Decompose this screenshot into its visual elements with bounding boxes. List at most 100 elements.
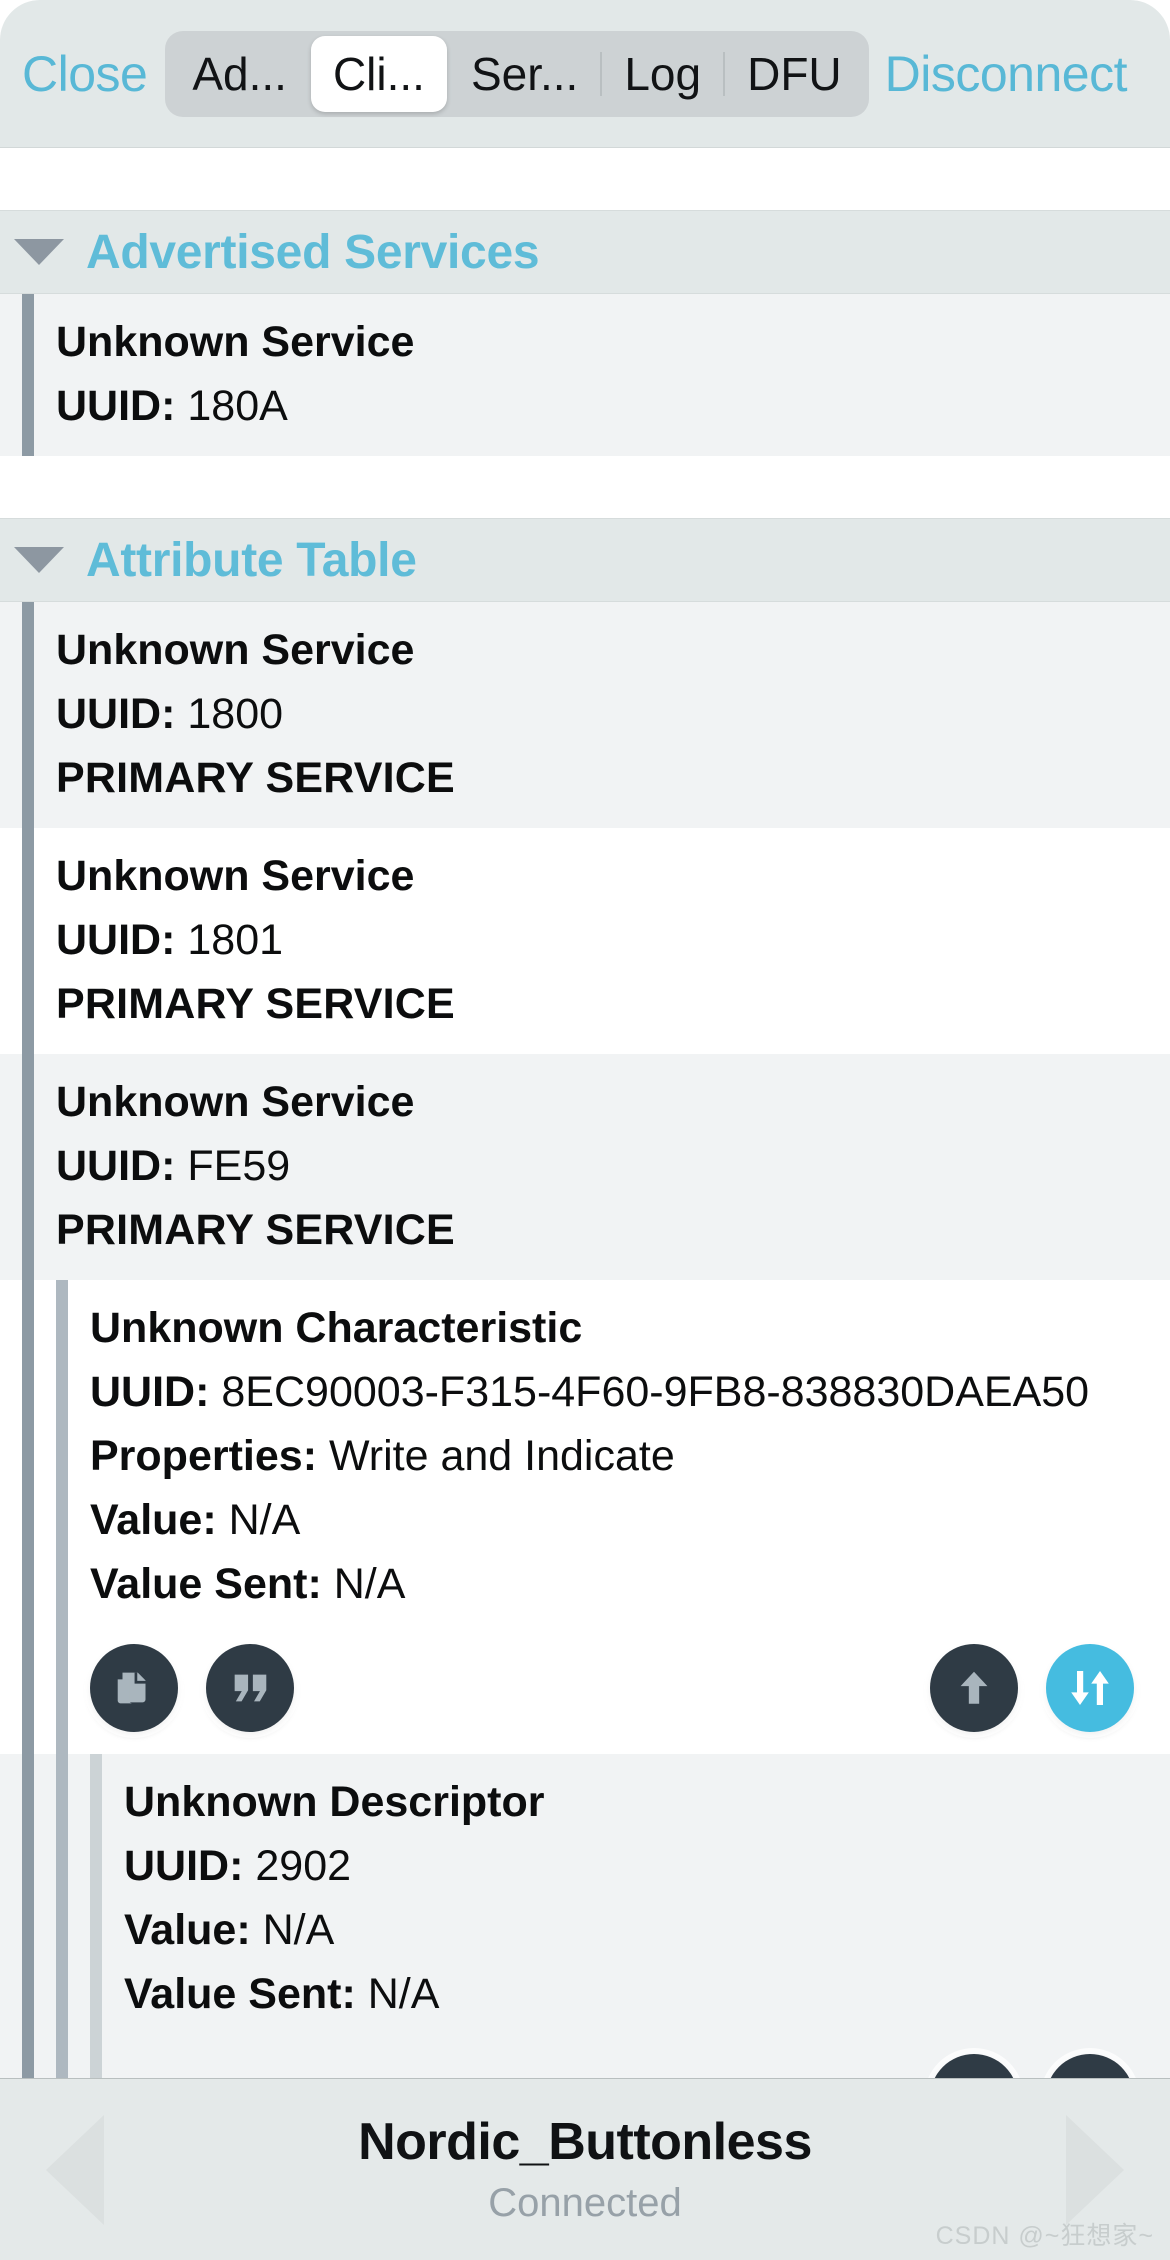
descriptor-actions-row — [0, 2044, 1170, 2078]
close-button[interactable]: Close — [22, 45, 148, 103]
tab-dfu[interactable]: DFU — [725, 36, 864, 112]
watermark-text: CSDN @~狂想家~ — [935, 2222, 1154, 2250]
chevron-down-triangle-icon[interactable] — [14, 239, 64, 265]
characteristic-uuid-line: UUID: 8EC90003-F315-4F60-9FB8-838830DAEA… — [90, 1360, 1170, 1424]
advertised-service-row[interactable]: Unknown Service UUID: 180A — [0, 294, 1170, 456]
descriptor-value-line: Value: N/A — [124, 1898, 1170, 1962]
arrow-up-icon-button[interactable] — [1046, 2054, 1134, 2078]
section-title-advertised-services: Advertised Services — [86, 225, 540, 279]
previous-device-button[interactable] — [0, 2114, 150, 2225]
value-sent-label: Value Sent: — [90, 1560, 322, 1608]
service-uuid-line: UUID: 180A — [56, 374, 1170, 438]
indent-bar-level-2 — [56, 1754, 68, 2044]
service-body: Unknown Service UUID: 1800 PRIMARY SERVI… — [56, 602, 1170, 828]
value-label: Value: — [90, 1496, 217, 1544]
value-sent-label: Value Sent: — [124, 1970, 356, 2018]
indent-bars — [0, 1054, 56, 1280]
top-navigation-bar: Close Ad... Cli... Ser... Log DFU Discon… — [0, 0, 1170, 148]
service-uuid-line: UUID: FE59 — [56, 1134, 1170, 1198]
triangle-left-icon — [46, 2114, 104, 2225]
indent-bar-level-2 — [56, 1280, 68, 1634]
section-header-attribute-table[interactable]: Attribute Table — [0, 518, 1170, 602]
value-value: N/A — [228, 1496, 301, 1544]
uuid-value: 1800 — [187, 690, 284, 738]
section-spacer — [0, 456, 1170, 518]
uuid-value: 2902 — [255, 1842, 352, 1890]
arrow-up-icon-button[interactable] — [930, 1644, 1018, 1732]
attribute-characteristic-row[interactable]: Unknown Characteristic UUID: 8EC90003-F3… — [0, 1280, 1170, 1634]
characteristic-properties-line: Properties: Write and Indicate — [90, 1424, 1170, 1488]
uuid-value: 1801 — [187, 916, 284, 964]
indent-bar-level-3 — [90, 1754, 102, 2044]
service-name: Unknown Service — [56, 852, 415, 900]
descriptor-action-buttons — [124, 2044, 1170, 2078]
indent-bar-level-2 — [56, 2044, 68, 2078]
arrow-up-down-icon — [1066, 1664, 1114, 1712]
next-device-button[interactable] — [1020, 2114, 1170, 2225]
indent-bar-level-1 — [22, 1054, 34, 1280]
attribute-descriptor-row[interactable]: Unknown Descriptor UUID: 2902 Value: N/A… — [0, 1754, 1170, 2044]
service-uuid-line: UUID: 1800 — [56, 682, 1170, 746]
service-name: Unknown Service — [56, 318, 415, 366]
indent-bar-level-2 — [56, 1634, 68, 1754]
service-name: Unknown Service — [56, 626, 415, 674]
advertised-service-body: Unknown Service UUID: 180A — [56, 294, 1170, 456]
tab-server[interactable]: Ser... — [449, 36, 600, 112]
device-name: Nordic_Buttonless — [358, 2112, 812, 2171]
value-label: Value: — [124, 1906, 251, 1954]
attribute-service-row[interactable]: Unknown Service UUID: 1801 PRIMARY SERVI… — [0, 828, 1170, 1054]
indent-bars — [0, 2044, 124, 2078]
device-info: Nordic_Buttonless Connected — [150, 2109, 1020, 2231]
indent-bar-level-1 — [22, 828, 34, 1054]
uuid-label: UUID: — [56, 690, 176, 738]
device-status: Connected — [488, 2180, 682, 2225]
attribute-service-row[interactable]: Unknown Service UUID: 1800 PRIMARY SERVI… — [0, 602, 1170, 828]
service-uuid-line: UUID: 1801 — [56, 908, 1170, 972]
characteristic-action-buttons — [90, 1634, 1170, 1754]
service-body: Unknown Service UUID: 1801 PRIMARY SERVI… — [56, 828, 1170, 1054]
arrow-down-icon-button[interactable] — [930, 2054, 1018, 2078]
indent-bars — [0, 1280, 90, 1634]
attribute-scroll-area[interactable]: Advertised Services Unknown Service UUID… — [0, 148, 1170, 2078]
uuid-label: UUID: — [56, 1142, 176, 1190]
characteristic-name: Unknown Characteristic — [90, 1304, 583, 1352]
descriptor-name: Unknown Descriptor — [124, 1778, 545, 1826]
indent-bars — [0, 1634, 90, 1754]
descriptor-uuid-line: UUID: 2902 — [124, 1834, 1170, 1898]
quote-marks-icon — [227, 1665, 273, 1711]
service-body: Unknown Service UUID: FE59 PRIMARY SERVI… — [56, 1054, 1170, 1280]
section-header-advertised-services[interactable]: Advertised Services — [0, 210, 1170, 294]
arrow-up-down-icon-button[interactable] — [1046, 1644, 1134, 1732]
descriptor-value-sent-line: Value Sent: N/A — [124, 1962, 1170, 2026]
triangle-right-icon — [1066, 2114, 1124, 2225]
indent-bar-level-3 — [90, 2044, 102, 2078]
indent-bars — [0, 294, 56, 456]
tab-segmented-control[interactable]: Ad... Cli... Ser... Log DFU — [165, 30, 869, 117]
indent-bar-level-1 — [22, 602, 34, 828]
uuid-value: FE59 — [187, 1142, 291, 1190]
tab-client[interactable]: Cli... — [310, 35, 447, 112]
tab-log[interactable]: Log — [602, 36, 723, 112]
section-title-attribute-table: Attribute Table — [86, 533, 417, 587]
top-spacer — [0, 148, 1170, 210]
value-sent-value: N/A — [367, 1970, 440, 2018]
uuid-value: 8EC90003-F315-4F60-9FB8-838830DAEA50 — [221, 1368, 1090, 1416]
indent-bars — [0, 602, 56, 828]
indent-bar-level-1 — [22, 294, 34, 456]
service-name: Unknown Service — [56, 1078, 415, 1126]
chevron-down-triangle-icon[interactable] — [14, 547, 64, 573]
descriptor-body: Unknown Descriptor UUID: 2902 Value: N/A… — [124, 1754, 1170, 2044]
copy-document-icon-button[interactable] — [90, 1644, 178, 1732]
uuid-label: UUID: — [56, 382, 176, 430]
attribute-service-row[interactable]: Unknown Service UUID: FE59 PRIMARY SERVI… — [0, 1054, 1170, 1280]
indent-bars — [0, 1754, 124, 2044]
uuid-label: UUID: — [124, 1842, 244, 1890]
disconnect-button[interactable]: Disconnect — [885, 45, 1128, 103]
indent-bar-level-1 — [22, 1754, 34, 2044]
characteristic-value-sent-line: Value Sent: N/A — [90, 1552, 1170, 1616]
indent-bars — [0, 828, 56, 1054]
tab-advertiser[interactable]: Ad... — [170, 36, 309, 112]
copy-document-icon — [111, 1665, 157, 1711]
service-type: PRIMARY SERVICE — [56, 980, 455, 1028]
quote-marks-icon-button[interactable] — [206, 1644, 294, 1732]
